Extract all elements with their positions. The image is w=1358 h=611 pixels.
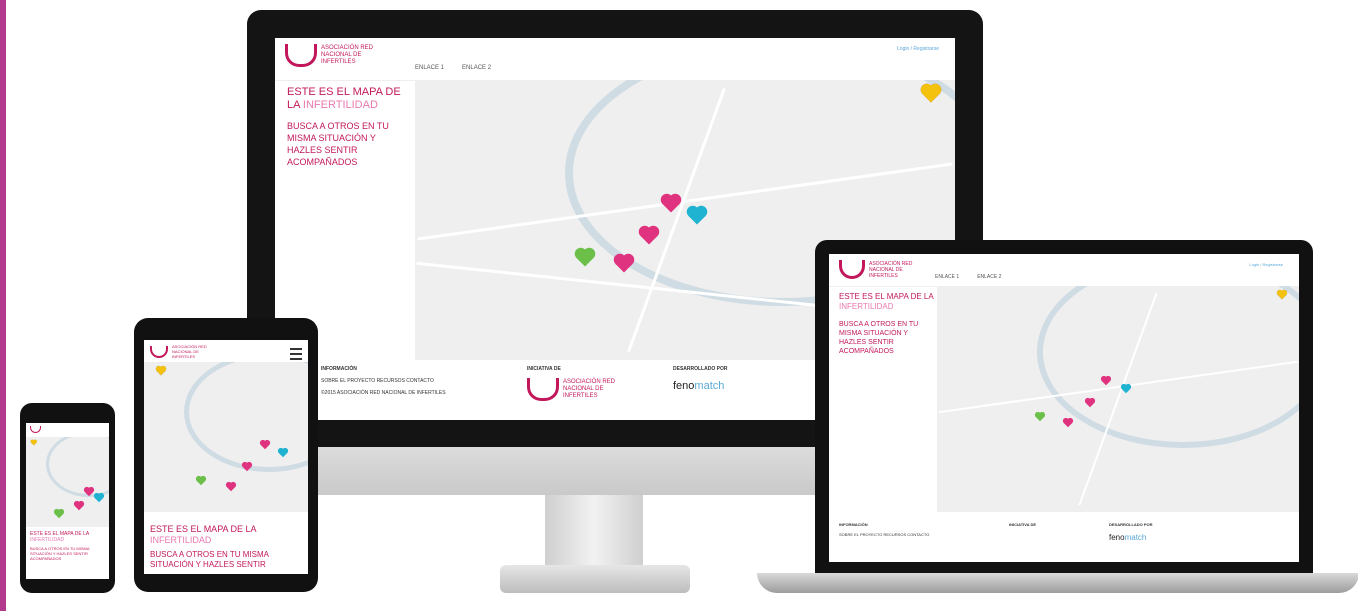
map-marker-heart-icon[interactable] bbox=[226, 482, 236, 492]
logo-heart-icon bbox=[150, 345, 168, 358]
map-marker-heart-icon[interactable] bbox=[1035, 412, 1045, 422]
laptop-nav: ENLACE 1 ENLACE 2 bbox=[935, 274, 1001, 280]
laptop-map[interactable] bbox=[937, 286, 1299, 512]
laptop-site-logo[interactable]: ASOCIACIÓN RED NACIONAL DE INFERTILES bbox=[839, 260, 929, 279]
map-marker-heart-icon[interactable] bbox=[54, 509, 64, 519]
logo-heart-icon bbox=[839, 260, 865, 279]
tablet: ASOCIACIÓN RED NACIONAL DE INFERTILES ES… bbox=[134, 318, 318, 592]
page-subheadline: BUSCA A OTROS EN TU MISMA SITUACIÓN Y HA… bbox=[287, 121, 389, 167]
laptop-site-header: ASOCIACIÓN RED NACIONAL DE INFERTILES EN… bbox=[829, 254, 1299, 287]
laptop-footer-info: INFORMACIÓN SOBRE EL PROYECTO RECURSOS C… bbox=[839, 522, 929, 537]
phone-intro-panel: ESTE ES EL MAPA DE LA INFERTILIDAD BUSCA… bbox=[30, 531, 106, 561]
laptop-footer-links[interactable]: SOBRE EL PROYECTO RECURSOS CONTACTO bbox=[839, 532, 929, 537]
phone-subheadline: BUSCA A OTROS EN TU MISMA SITUACIÓN Y HA… bbox=[30, 546, 90, 561]
laptop-subheadline: BUSCA A OTROS EN TU MISMA SITUACIÓN Y HA… bbox=[839, 321, 919, 355]
match-part: match bbox=[1124, 533, 1147, 542]
fenomatch-logo[interactable]: fenomatch bbox=[673, 380, 727, 392]
logo-heart-icon bbox=[285, 44, 317, 67]
footer-info-title: INFORMACIÓN bbox=[321, 366, 357, 372]
tablet-map[interactable] bbox=[144, 362, 308, 512]
phone-map[interactable] bbox=[26, 437, 109, 527]
laptop-footer: INFORMACIÓN SOBRE EL PROYECTO RECURSOS C… bbox=[829, 516, 1299, 562]
phone-headline-part2: INFERTILIDAD bbox=[30, 537, 65, 543]
login-link[interactable]: Login / Registrarse bbox=[897, 46, 939, 52]
legend-heart-yellow-icon[interactable] bbox=[31, 440, 37, 446]
tablet-logo[interactable]: ASOCIACIÓN RED NACIONAL DE INFERTILES bbox=[150, 344, 212, 359]
laptop-base bbox=[757, 573, 1358, 593]
logo-text: ASOCIACIÓN RED NACIONAL DE INFERTILES bbox=[321, 45, 374, 65]
laptop-footer-initiative: INICIATIVA DE bbox=[1009, 522, 1036, 527]
laptop-footer-info-title: INFORMACIÓN bbox=[839, 522, 868, 527]
laptop-headline: ESTE ES EL MAPA DE LA INFERTILIDAD bbox=[839, 292, 937, 312]
laptop-screen: ASOCIACIÓN RED NACIONAL DE INFERTILES EN… bbox=[829, 254, 1299, 562]
laptop-nav-link-1[interactable]: ENLACE 1 bbox=[935, 274, 959, 280]
tablet-headline: ESTE ES EL MAPA DE LA INFERTILIDAD bbox=[150, 524, 304, 546]
legend-heart-yellow-icon[interactable] bbox=[156, 366, 166, 376]
site-logo[interactable]: ASOCIACIÓN RED NACIONAL DE INFERTILES bbox=[285, 44, 381, 67]
footer-developer: DESARROLLADO POR fenomatch bbox=[673, 366, 727, 392]
footer-logo[interactable]: ASOCIACIÓN RED NACIONAL DE INFERTILES bbox=[527, 378, 623, 401]
tablet-headline-part2: INFERTILIDAD bbox=[150, 535, 212, 545]
nav-link-2[interactable]: ENLACE 2 bbox=[462, 65, 491, 71]
laptop-footer-developed-title: DESARROLLADO POR bbox=[1109, 522, 1153, 527]
tablet-intro-panel: ESTE ES EL MAPA DE LA INFERTILIDAD BUSCA… bbox=[150, 524, 304, 570]
tablet-logo-text: ASOCIACIÓN RED NACIONAL DE INFERTILES bbox=[172, 344, 207, 359]
laptop-headline-part2: INFERTILIDAD bbox=[839, 302, 894, 311]
footer-initiative-title: INICIATIVA DE bbox=[527, 366, 561, 372]
footer-copyright: ©2015 ASOCIACIÓN RED NACIONAL DE INFERTI… bbox=[321, 390, 446, 396]
phone-screen: ESTE ES EL MAPA DE LA INFERTILIDAD BUSCA… bbox=[26, 423, 109, 579]
laptop: ASOCIACIÓN RED NACIONAL DE INFERTILES EN… bbox=[815, 240, 1313, 578]
map-marker-heart-icon[interactable] bbox=[94, 493, 104, 503]
tablet-header: ASOCIACIÓN RED NACIONAL DE INFERTILES bbox=[144, 340, 308, 363]
laptop-footer-initiative-title: INICIATIVA DE bbox=[1009, 522, 1037, 527]
left-edge-stripe bbox=[0, 0, 6, 611]
map-river bbox=[46, 437, 109, 497]
footer-developed-title: DESARROLLADO POR bbox=[673, 366, 728, 372]
map-marker-heart-icon[interactable] bbox=[74, 501, 84, 511]
map-marker-heart-icon[interactable] bbox=[1063, 418, 1073, 428]
feno-part: feno bbox=[1109, 533, 1125, 542]
laptop-logo-text: ASOCIACIÓN RED NACIONAL DE INFERTILES bbox=[869, 260, 913, 279]
page-headline: ESTE ES EL MAPA DE LA INFERTILIDAD bbox=[287, 86, 412, 112]
footer-info: INFORMACIÓN SOBRE EL PROYECTO RECURSOS C… bbox=[321, 366, 446, 396]
logo-heart-icon bbox=[527, 378, 559, 401]
monitor-stand-neck bbox=[545, 495, 643, 565]
tablet-subheadline: BUSCA A OTROS EN TU MISMA SITUACIÓN Y HA… bbox=[150, 550, 269, 569]
monitor-stand-base bbox=[500, 565, 690, 593]
tablet-headline-part1: ESTE ES EL MAPA DE LA bbox=[150, 524, 257, 534]
map-marker-heart-icon[interactable] bbox=[615, 255, 633, 273]
map-marker-heart-icon[interactable] bbox=[196, 476, 206, 486]
main-nav: ENLACE 1 ENLACE 2 bbox=[415, 65, 491, 71]
logo-heart-icon bbox=[30, 426, 41, 433]
phone-header bbox=[26, 423, 109, 438]
laptop-login-link[interactable]: Login / Registrarse bbox=[1249, 262, 1283, 267]
footer-logo-text: ASOCIACIÓN RED NACIONAL DE INFERTILES bbox=[563, 379, 616, 399]
laptop-nav-link-2[interactable]: ENLACE 2 bbox=[977, 274, 1001, 280]
map-marker-heart-icon[interactable] bbox=[576, 249, 594, 267]
laptop-intro-panel: ESTE ES EL MAPA DE LA INFERTILIDAD BUSCA… bbox=[839, 292, 937, 356]
laptop-fenomatch-logo[interactable]: fenomatch bbox=[1109, 533, 1153, 542]
footer-info-links[interactable]: SOBRE EL PROYECTO RECURSOS CONTACTO bbox=[321, 378, 434, 384]
headline-part2: INFERTILIDAD bbox=[302, 99, 378, 111]
map-river bbox=[184, 362, 308, 472]
phone-logo[interactable] bbox=[30, 426, 41, 433]
footer-initiative: INICIATIVA DE ASOCIACIÓN RED NACIONAL DE… bbox=[527, 366, 623, 401]
phone-headline: ESTE ES EL MAPA DE LA INFERTILIDAD bbox=[30, 531, 106, 543]
smartphone: ESTE ES EL MAPA DE LA INFERTILIDAD BUSCA… bbox=[20, 403, 115, 593]
intro-panel: ESTE ES EL MAPA DE LA INFERTILIDAD BUSCA… bbox=[287, 86, 412, 168]
laptop-headline-part1: ESTE ES EL MAPA DE LA bbox=[839, 292, 934, 301]
feno-part: feno bbox=[673, 380, 695, 392]
nav-link-1[interactable]: ENLACE 1 bbox=[415, 65, 444, 71]
laptop-footer-developer: DESARROLLADO POR fenomatch bbox=[1109, 522, 1153, 542]
hamburger-menu-icon[interactable] bbox=[290, 348, 302, 360]
site-header: ASOCIACIÓN RED NACIONAL DE INFERTILES EN… bbox=[275, 38, 955, 81]
match-part: match bbox=[694, 380, 725, 392]
tablet-screen: ASOCIACIÓN RED NACIONAL DE INFERTILES ES… bbox=[144, 340, 308, 574]
